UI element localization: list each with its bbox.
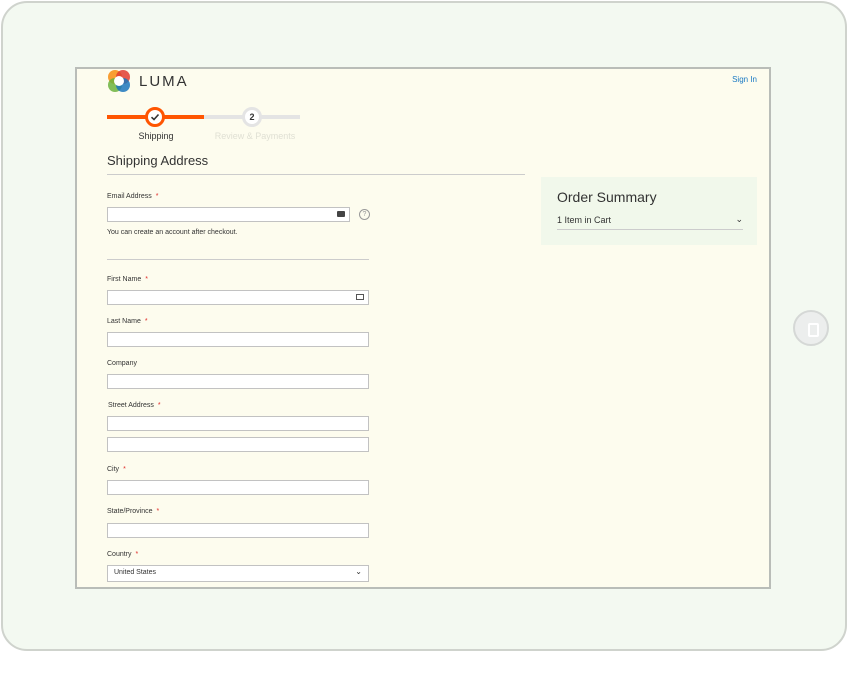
luma-logo-icon	[107, 69, 131, 93]
help-icon[interactable]: ?	[359, 209, 370, 220]
shipping-address-title: Shipping Address	[107, 153, 525, 175]
required-marker: *	[145, 276, 148, 283]
street-address-label-text: Street Address	[108, 402, 154, 409]
required-marker: *	[144, 318, 148, 325]
credit-card-icon	[337, 211, 345, 217]
brand-name: LUMA	[139, 72, 189, 90]
email-label: Email Address *	[107, 193, 158, 200]
checkmark-icon	[150, 113, 160, 121]
last-name-label-text: Last Name	[107, 318, 141, 325]
company-field[interactable]	[107, 374, 369, 389]
last-name-label: Last Name *	[107, 318, 148, 325]
email-note: You can create an account after checkout…	[107, 229, 238, 236]
first-name-label: First Name *	[107, 276, 148, 283]
street-line-2-field[interactable]	[107, 437, 369, 452]
state-province-label-text: State/Province	[107, 508, 153, 515]
items-in-cart-toggle[interactable]: 1 Item in Cart ⌄	[557, 214, 743, 230]
country-selected-value: United States	[114, 569, 157, 576]
step-shipping-marker	[145, 107, 165, 127]
email-label-text: Email Address	[107, 193, 152, 200]
checkout-page: LUMA Sign In 2 Shipping Review & Payment…	[75, 67, 771, 589]
step-shipping-label[interactable]: Shipping	[129, 131, 183, 141]
country-label: Country *	[107, 551, 138, 558]
first-name-label-text: First Name	[107, 276, 142, 283]
required-marker: *	[135, 551, 139, 558]
required-marker: *	[156, 508, 160, 515]
chevron-down-icon: ⌄	[355, 567, 362, 576]
tablet-frame: LUMA Sign In 2 Shipping Review & Payment…	[1, 1, 847, 651]
street-line-1-field[interactable]	[107, 416, 369, 431]
city-label-text: City	[107, 466, 120, 473]
chevron-down-icon: ⌄	[735, 214, 743, 224]
required-marker: *	[123, 466, 126, 473]
city-label: City *	[107, 466, 126, 473]
last-name-field[interactable]	[107, 332, 369, 347]
form-divider	[107, 259, 369, 260]
sign-in-link[interactable]: Sign In	[732, 75, 757, 84]
order-summary: Order Summary 1 Item in Cart ⌄	[541, 177, 757, 245]
required-marker: *	[155, 193, 159, 200]
step-review-label: Review & Payments	[214, 131, 296, 141]
order-summary-title: Order Summary	[557, 189, 657, 205]
country-label-text: Country	[107, 551, 132, 558]
home-button-icon[interactable]	[793, 310, 829, 346]
state-province-label: State/Province *	[107, 508, 159, 515]
first-name-field[interactable]	[107, 290, 369, 305]
step-review-marker: 2	[242, 107, 262, 127]
street-address-label: Street Address *	[108, 402, 161, 409]
luma-logo[interactable]: LUMA	[107, 69, 189, 93]
items-in-cart-label: 1 Item in Cart	[557, 215, 612, 225]
email-field[interactable]	[107, 207, 350, 222]
state-province-field[interactable]	[107, 523, 369, 538]
country-select[interactable]: United States ⌄	[107, 565, 369, 582]
contact-card-icon	[356, 294, 364, 300]
checkout-progress: 2 Shipping Review & Payments	[107, 105, 307, 145]
city-field[interactable]	[107, 480, 369, 495]
required-marker: *	[157, 402, 161, 409]
company-label: Company	[107, 360, 137, 367]
